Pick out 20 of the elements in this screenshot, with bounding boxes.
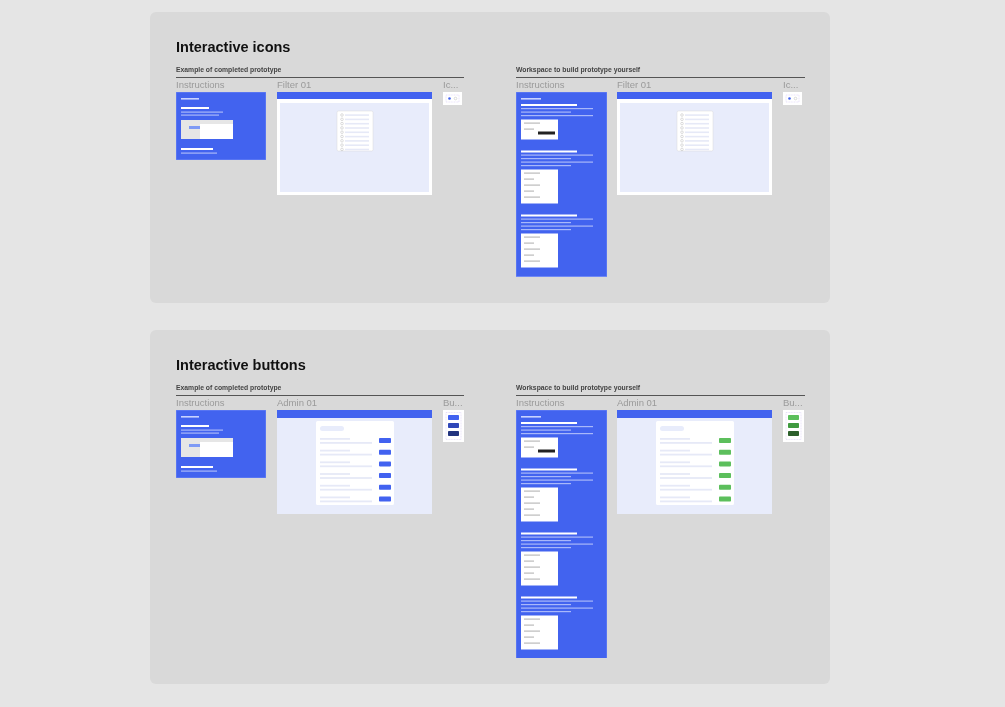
frame-label: Filter 01 [617,79,653,90]
icon-variants-drawing [783,92,802,105]
frame-label: Bu... [443,396,464,408]
section-title: Interactive buttons [176,355,307,374]
frame-label: Instructions [516,396,566,408]
instructions-card[interactable] [176,92,266,160]
button-variants-drawing [443,409,464,442]
instructions-card[interactable] [516,409,607,658]
frame-label: Instructions [176,396,226,408]
instructions-card[interactable] [516,92,607,277]
frame-label: Filter 01 [277,79,313,90]
frame-label: Instructions [516,79,566,90]
instructions-card[interactable] [176,409,266,478]
frame-label: Instructions [176,79,226,90]
frame-label: Bu... [783,396,804,408]
icon-variants-drawing [443,92,462,105]
section-title: Interactive icons [176,38,292,56]
frame-label: Admin 01 [617,396,659,408]
button-variants-drawing [783,409,804,442]
frame-label: Admin 01 [277,396,319,408]
